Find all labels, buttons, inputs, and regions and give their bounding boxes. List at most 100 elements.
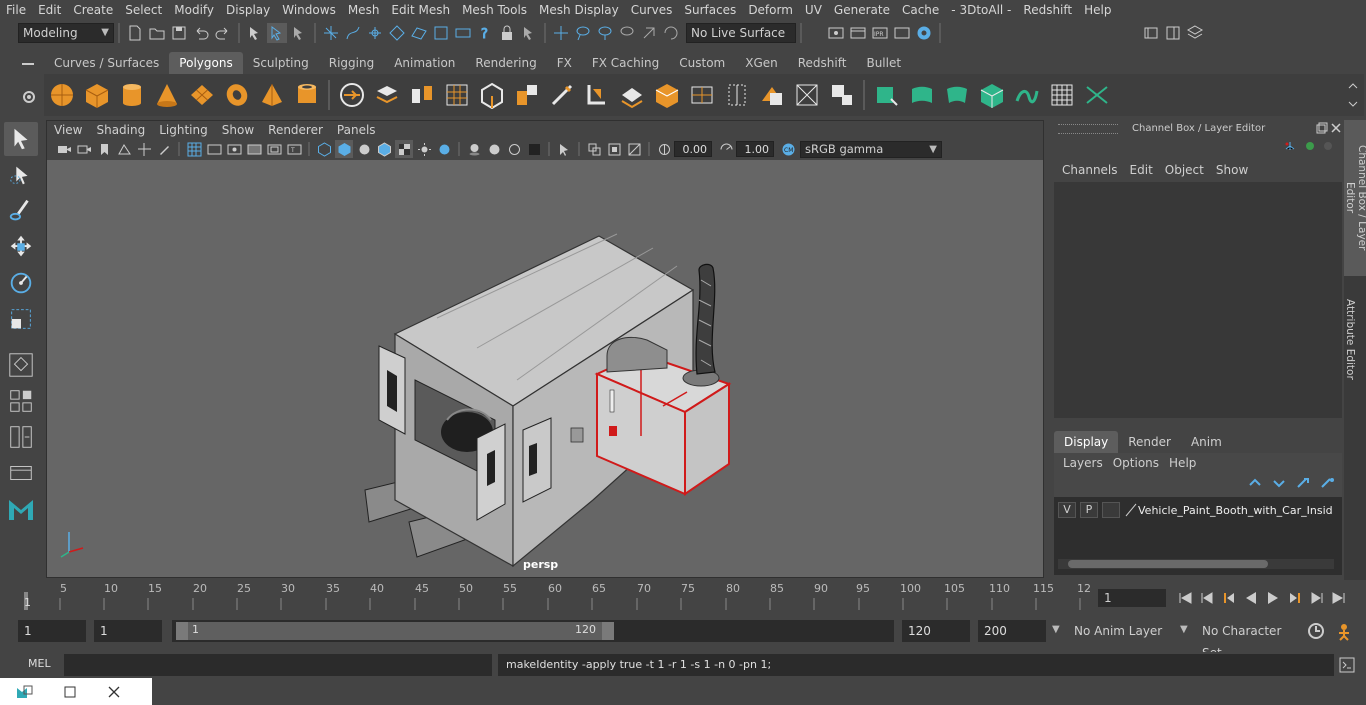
script-language-toggle[interactable]: MEL (28, 657, 51, 670)
field-chart-icon[interactable] (265, 140, 283, 158)
poly-torus-icon[interactable] (222, 80, 252, 110)
lock-icon[interactable] (497, 23, 517, 43)
slide-edge-icon[interactable] (792, 80, 822, 110)
uv-automatic-icon[interactable] (977, 80, 1007, 110)
layer-horizontal-scrollbar[interactable] (1058, 559, 1334, 569)
extract-icon[interactable] (407, 80, 437, 110)
app-window-icon[interactable] (14, 682, 34, 702)
tab-attribute-editor[interactable]: Attribute Editor (1344, 284, 1356, 394)
step-forward-key-icon[interactable] (1285, 588, 1305, 608)
snap-grid-icon[interactable] (321, 23, 341, 43)
3d-viewport[interactable]: persp (47, 160, 1043, 577)
step-back-key-icon[interactable] (1219, 588, 1239, 608)
tab-channel-box-layer-editor[interactable]: Channel Box / Layer Editor (1344, 120, 1366, 276)
undo-icon[interactable] (191, 23, 211, 43)
menu-select[interactable]: Select (119, 0, 168, 20)
xray-components-icon[interactable] (625, 140, 643, 158)
range-handle-right[interactable] (602, 622, 614, 640)
float-panel-icon[interactable] (1316, 122, 1328, 134)
viewport-menu-renderer[interactable]: Renderer (261, 121, 330, 139)
menu-redshift[interactable]: Redshift (1017, 0, 1078, 20)
tab-anim[interactable]: Anim (1181, 431, 1232, 453)
playback-start-field[interactable]: 1 (94, 620, 162, 642)
render-settings-window-icon[interactable] (892, 23, 912, 43)
paint-select-tool-icon[interactable] (4, 194, 38, 228)
color-management-icon[interactable]: CM (779, 140, 797, 158)
tab-rendering[interactable]: Rendering (465, 52, 546, 74)
chevron-down-icon[interactable]: ▼ (1180, 624, 1188, 635)
smooth-icon[interactable] (442, 80, 472, 110)
layer-row[interactable]: V P Vehicle_Paint_Booth_with_Car_Inside (1058, 501, 1332, 519)
menu-mesh-tools[interactable]: Mesh Tools (456, 0, 533, 20)
menu-generate[interactable]: Generate (828, 0, 896, 20)
hypershade-icon[interactable] (914, 23, 934, 43)
exposure-icon[interactable] (655, 140, 673, 158)
gamma-field[interactable]: 1.00 (736, 141, 774, 157)
tweak-icon[interactable] (639, 23, 659, 43)
bevel-icon[interactable] (582, 80, 612, 110)
multi-cut-icon[interactable] (547, 80, 577, 110)
rotate-tool-icon[interactable] (4, 266, 38, 300)
uv-layout-icon[interactable] (1047, 80, 1077, 110)
script-editor-icon[interactable] (1338, 656, 1356, 674)
uv-spherical-icon[interactable] (942, 80, 972, 110)
bookmark-icon[interactable] (95, 140, 113, 158)
menu-cache[interactable]: Cache (896, 0, 945, 20)
tab-display[interactable]: Display (1054, 431, 1119, 453)
film-gate-icon[interactable] (205, 140, 223, 158)
move-layer-up-icon[interactable] (1246, 475, 1266, 491)
lasso-tool-icon[interactable] (4, 158, 38, 192)
layer-playback-toggle[interactable]: P (1080, 502, 1098, 518)
layer-menu-options[interactable]: Options (1108, 456, 1164, 470)
channel-menu-object[interactable]: Object (1159, 163, 1210, 177)
insert-edge-loop-icon[interactable] (722, 80, 752, 110)
menu-edit[interactable]: Edit (32, 0, 67, 20)
offset-edge-loop-icon[interactable] (757, 80, 787, 110)
layer-visibility-toggle[interactable]: V (1058, 502, 1076, 518)
separate-icon[interactable] (372, 80, 402, 110)
toggle-panel-icon[interactable] (1163, 23, 1183, 43)
redo-icon[interactable] (213, 23, 233, 43)
chevron-down-icon[interactable]: ▼ (1052, 624, 1060, 635)
layer-color-swatch-icon[interactable] (1124, 502, 1138, 518)
shadows-icon[interactable] (435, 140, 453, 158)
tab-custom[interactable]: Custom (669, 52, 735, 74)
tab-polygons[interactable]: Polygons (169, 52, 243, 74)
grid-icon[interactable] (185, 140, 203, 158)
menu-mesh-display[interactable]: Mesh Display (533, 0, 625, 20)
isolate-select-icon[interactable] (555, 140, 573, 158)
wireframe-icon[interactable] (315, 140, 333, 158)
layer-name[interactable]: Vehicle_Paint_Booth_with_Car_Inside (1138, 504, 1332, 517)
snap-curve-icon[interactable] (343, 23, 363, 43)
triangulate-icon[interactable] (827, 80, 857, 110)
layout-side-by-side-icon[interactable] (4, 420, 38, 454)
channel-menu-edit[interactable]: Edit (1124, 163, 1159, 177)
safe-action-icon[interactable]: T (285, 140, 303, 158)
tab-xgen[interactable]: XGen (735, 52, 788, 74)
tab-rigging[interactable]: Rigging (319, 52, 384, 74)
range-slider-track[interactable]: 1 120 (172, 620, 894, 642)
shelf-scroll-arrows-icon[interactable] (1346, 80, 1360, 110)
close-panel-icon[interactable] (1330, 122, 1342, 134)
uv-cylindrical-icon[interactable] (907, 80, 937, 110)
move-layer-down-icon[interactable] (1270, 475, 1290, 491)
lasso-icon[interactable] (573, 23, 593, 43)
command-input[interactable] (64, 654, 492, 676)
menu-3dtoall[interactable]: - 3DtoAll - (945, 0, 1017, 20)
soft-select-icon[interactable] (617, 23, 637, 43)
mirror-icon[interactable] (477, 80, 507, 110)
scrollbar-thumb[interactable] (1068, 560, 1268, 568)
uv-planar-icon[interactable] (872, 80, 902, 110)
tab-render[interactable]: Render (1118, 431, 1181, 453)
viewport-menu-view[interactable]: View (47, 121, 89, 139)
auto-key-icon[interactable] (1306, 621, 1326, 641)
snap-together-icon[interactable] (551, 23, 571, 43)
target-weld-icon[interactable] (687, 80, 717, 110)
camera-select-icon[interactable] (55, 140, 73, 158)
menu-edit-mesh[interactable]: Edit Mesh (385, 0, 456, 20)
render-settings-icon[interactable] (453, 23, 473, 43)
view-transform-dropdown[interactable]: sRGB gamma ▼ (800, 140, 942, 158)
menu-mesh[interactable]: Mesh (342, 0, 386, 20)
anim-layer-dropdown[interactable]: No Anim Layer (1068, 620, 1176, 642)
grease-pencil-icon[interactable] (155, 140, 173, 158)
